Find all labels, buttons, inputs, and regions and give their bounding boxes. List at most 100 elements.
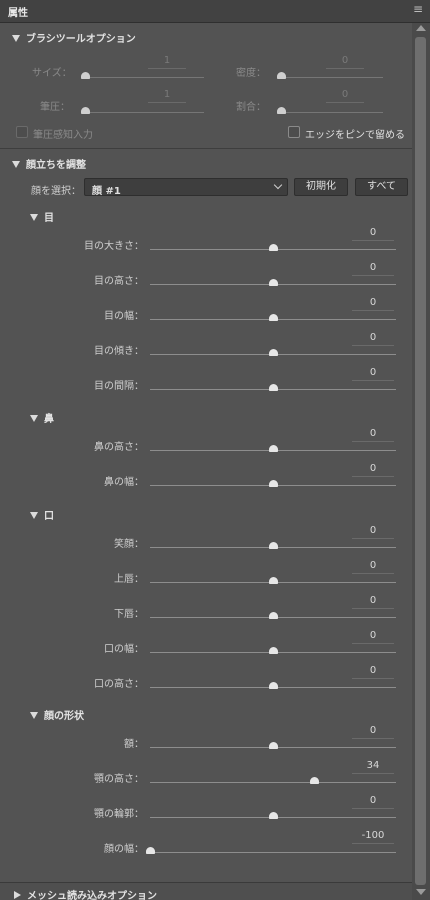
slider-value-underline [352,441,394,442]
brush-options-header[interactable]: ブラシツールオプション [12,30,136,45]
slider-value-field[interactable]: 0 [352,297,394,308]
brush-size-track[interactable] [84,77,204,78]
slider-label: 鼻の幅： [104,477,144,488]
collapse-triangle-icon [30,712,38,719]
brush-density-label: 密度： [236,68,266,79]
slider-value-field[interactable]: 0 [352,367,394,378]
brush-rate-value[interactable]: 0 [326,89,364,100]
slider-knob[interactable] [268,445,278,452]
slider-knob[interactable] [268,577,278,584]
slider-knob[interactable] [268,612,278,619]
slider-value-field[interactable]: 34 [352,760,394,771]
slider-value-field[interactable]: 0 [352,332,394,343]
slider-value-field[interactable]: 0 [352,630,394,641]
mesh-options-title: メッシュ読み込みオプション [27,891,157,900]
slider-value-underline [352,380,394,381]
slider-knob[interactable] [268,279,278,286]
slider-knob[interactable] [268,542,278,549]
brush-pressure-value[interactable]: 1 [148,89,186,100]
slider-label: 鼻の高さ： [94,442,144,453]
brush-pressure-label: 筆圧： [40,102,70,113]
reset-button[interactable]: 初期化 [294,178,348,196]
pen-pressure-label: 筆圧感知入力 [33,130,93,141]
slider-label: 目の間隔： [94,381,144,392]
brush-density-track[interactable] [280,77,383,78]
group-header-0[interactable]: 目 [30,209,54,224]
slider-value-field[interactable]: 0 [352,595,394,606]
slider-value-field[interactable]: 0 [352,665,394,676]
slider-knob[interactable] [268,349,278,356]
slider-value-underline [352,538,394,539]
group-header-1[interactable]: 鼻 [30,410,54,425]
section-divider [0,148,412,149]
slider-track[interactable] [150,782,396,783]
expand-triangle-icon [14,891,21,899]
slider-value-field[interactable]: 0 [352,525,394,536]
brush-pressure-knob[interactable] [81,107,90,114]
panel-header: 属性 ≡ [0,0,430,23]
scroll-down-arrow-icon[interactable] [416,889,426,895]
slider-label: 顔の幅： [104,844,144,855]
slider-value-underline [352,773,394,774]
scrollbar-thumb[interactable] [415,37,426,885]
slider-value-underline [352,608,394,609]
brush-size-label: サイズ： [32,68,72,79]
slider-label: 目の高さ： [94,276,144,287]
mesh-options-header[interactable]: メッシュ読み込みオプション [0,882,412,900]
slider-value-underline [352,843,394,844]
slider-value-field[interactable]: 0 [352,262,394,273]
slider-value-field[interactable]: 0 [352,227,394,238]
slider-label: 口の幅： [104,644,144,655]
collapse-triangle-icon [12,161,20,168]
pin-edges-checkbox[interactable] [288,126,300,138]
face-select-dropdown[interactable]: 顔 #1 [84,178,288,197]
face-select-label: 顔を選択： [31,186,81,197]
all-button[interactable]: すべて [355,178,408,196]
scrollbar[interactable] [412,23,430,900]
brush-density-knob[interactable] [277,72,286,79]
panel-menu-icon[interactable]: ≡ [413,2,423,16]
brush-pressure-underline [148,102,186,103]
slider-knob[interactable] [268,314,278,321]
slider-value-field[interactable]: 0 [352,795,394,806]
brush-pressure-track[interactable] [84,112,204,113]
slider-knob[interactable] [268,384,278,391]
brush-size-knob[interactable] [81,72,90,79]
group-header-2[interactable]: 口 [30,507,54,522]
brush-rate-underline [326,102,364,103]
slider-value-underline [352,240,394,241]
slider-knob[interactable] [268,682,278,689]
brush-rate-knob[interactable] [277,107,286,114]
pin-edges-label: エッジをピンで留める [305,130,405,141]
slider-knob[interactable] [145,847,155,854]
slider-knob[interactable] [310,777,320,784]
slider-label: 額： [124,739,144,750]
group-title: 目 [44,213,54,224]
slider-label: 目の大きさ： [84,241,144,252]
slider-value-field[interactable]: 0 [352,560,394,571]
slider-value-underline [352,678,394,679]
brush-rate-label: 割合： [236,102,266,113]
slider-knob[interactable] [268,812,278,819]
slider-value-underline [352,643,394,644]
slider-value-field[interactable]: 0 [352,428,394,439]
face-adjust-header[interactable]: 顔立ちを調整 [12,156,86,171]
group-title: 鼻 [44,414,54,425]
brush-rate-track[interactable] [280,112,383,113]
slider-value-field[interactable]: 0 [352,463,394,474]
slider-value-field[interactable]: -100 [352,830,394,841]
brush-size-value[interactable]: 1 [148,55,186,66]
slider-knob[interactable] [268,480,278,487]
pen-pressure-checkbox[interactable] [16,126,28,138]
group-header-3[interactable]: 顔の形状 [30,707,84,722]
slider-track[interactable] [150,852,396,853]
scroll-up-arrow-icon[interactable] [416,25,426,31]
slider-value-field[interactable]: 0 [352,725,394,736]
slider-knob[interactable] [268,244,278,251]
slider-knob[interactable] [268,742,278,749]
slider-value-underline [352,476,394,477]
slider-label: 顎の輪郭： [94,809,144,820]
brush-density-underline [326,68,364,69]
brush-density-value[interactable]: 0 [326,55,364,66]
slider-knob[interactable] [268,647,278,654]
